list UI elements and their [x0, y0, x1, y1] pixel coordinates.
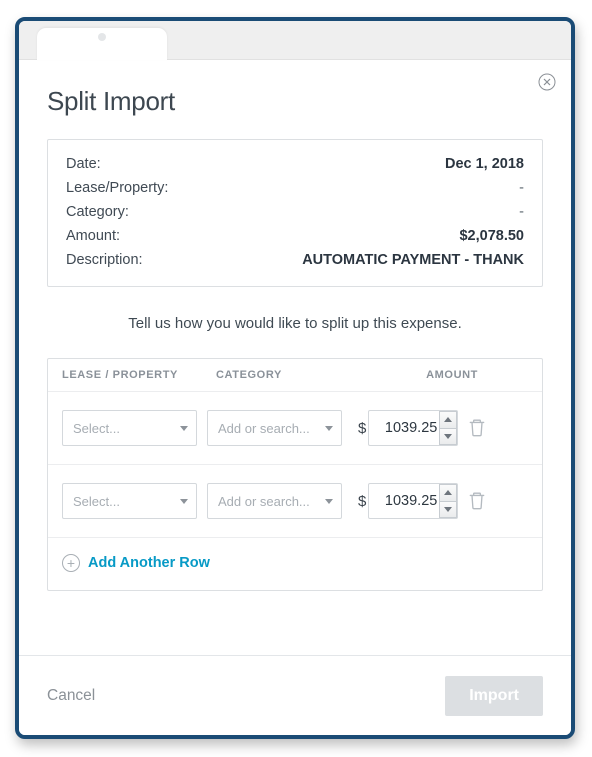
split-row: Select... Add or search... $	[48, 465, 542, 538]
select-placeholder: Select...	[73, 421, 120, 436]
summary-value: AUTOMATIC PAYMENT - THANK	[302, 248, 524, 272]
add-row-button[interactable]: + Add Another Row	[48, 538, 542, 590]
currency-symbol: $	[358, 493, 366, 510]
summary-row-lease: Lease/Property: -	[66, 176, 524, 200]
chevron-down-icon	[325, 426, 333, 431]
column-header-lease: LEASE / PROPERTY	[62, 369, 206, 381]
decrement-button[interactable]	[439, 501, 457, 519]
chevron-down-icon	[180, 426, 188, 431]
summary-row-amount: Amount: $2,078.50	[66, 224, 524, 248]
increment-button[interactable]	[439, 411, 457, 428]
summary-label: Lease/Property:	[66, 176, 168, 200]
category-select[interactable]: Add or search...	[207, 410, 342, 446]
summary-row-description: Description: AUTOMATIC PAYMENT - THANK	[66, 248, 524, 272]
split-row: Select... Add or search... $	[48, 392, 542, 465]
import-button[interactable]: Import	[445, 676, 543, 716]
cancel-button[interactable]: Cancel	[47, 687, 95, 705]
plus-icon: +	[62, 554, 80, 572]
close-button[interactable]	[538, 73, 556, 91]
chevron-up-icon	[444, 490, 452, 495]
summary-row-date: Date: Dec 1, 2018	[66, 152, 524, 176]
delete-row-button[interactable]	[468, 491, 486, 511]
chevron-down-icon	[444, 507, 452, 512]
chevron-down-icon	[180, 499, 188, 504]
select-placeholder: Add or search...	[218, 421, 310, 436]
column-header-category: CATEGORY	[216, 369, 360, 381]
page-title: Split Import	[47, 86, 543, 117]
summary-value: -	[519, 200, 524, 224]
chevron-down-icon	[444, 434, 452, 439]
amount-input-wrapper	[368, 483, 458, 519]
browser-tabbar	[19, 21, 571, 60]
select-placeholder: Select...	[73, 494, 120, 509]
amount-input-wrapper	[368, 410, 458, 446]
lease-select[interactable]: Select...	[62, 483, 197, 519]
amount-input[interactable]	[377, 420, 437, 436]
amount-stepper	[439, 484, 457, 518]
select-placeholder: Add or search...	[218, 494, 310, 509]
summary-value: -	[519, 176, 524, 200]
chevron-up-icon	[444, 417, 452, 422]
decrement-button[interactable]	[439, 428, 457, 446]
category-select[interactable]: Add or search...	[207, 483, 342, 519]
table-header: LEASE / PROPERTY CATEGORY AMOUNT	[48, 359, 542, 392]
increment-button[interactable]	[439, 484, 457, 501]
summary-label: Date:	[66, 152, 101, 176]
summary-label: Category:	[66, 200, 129, 224]
instruction-text: Tell us how you would like to split up t…	[47, 315, 543, 332]
summary-row-category: Category: -	[66, 200, 524, 224]
modal-footer: Cancel Import	[19, 655, 571, 735]
chevron-down-icon	[325, 499, 333, 504]
summary-value: $2,078.50	[459, 224, 524, 248]
currency-symbol: $	[358, 420, 366, 437]
summary-value: Dec 1, 2018	[445, 152, 524, 176]
summary-label: Amount:	[66, 224, 120, 248]
column-header-amount: AMOUNT	[360, 369, 528, 381]
delete-row-button[interactable]	[468, 418, 486, 438]
summary-panel: Date: Dec 1, 2018 Lease/Property: - Cate…	[47, 139, 543, 287]
split-table: LEASE / PROPERTY CATEGORY AMOUNT Select.…	[47, 358, 543, 591]
summary-label: Description:	[66, 248, 143, 272]
lease-select[interactable]: Select...	[62, 410, 197, 446]
amount-input[interactable]	[377, 493, 437, 509]
tab-indicator-icon	[98, 33, 106, 41]
modal-frame: Split Import Date: Dec 1, 2018 Lease/Pro…	[15, 17, 575, 739]
browser-tab[interactable]	[37, 28, 167, 60]
add-row-label: Add Another Row	[88, 555, 210, 571]
amount-stepper	[439, 411, 457, 445]
